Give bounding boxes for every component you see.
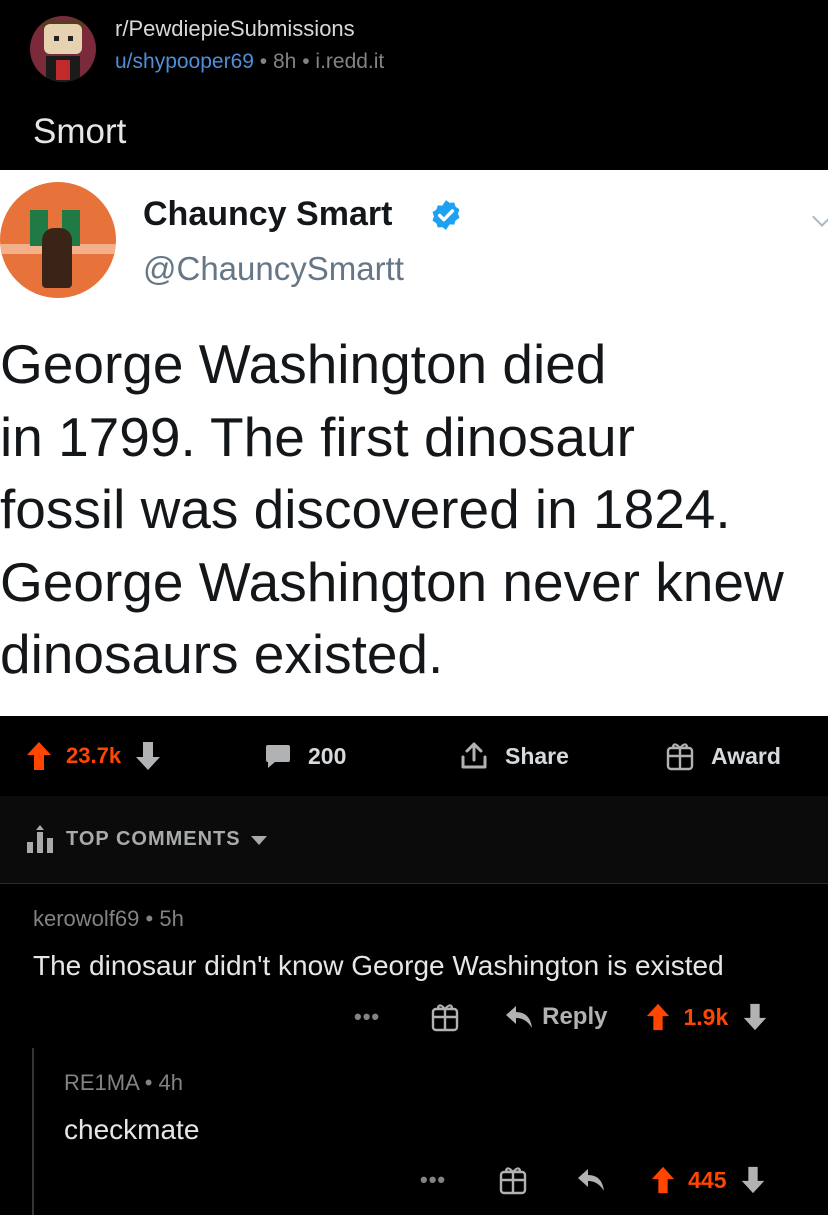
post-domain[interactable]: i.redd.it bbox=[315, 50, 384, 73]
comment-sort-bar: TOP COMMENTS bbox=[0, 796, 828, 884]
share-button[interactable]: Share bbox=[459, 740, 569, 772]
reply-arrow-icon[interactable] bbox=[576, 1167, 606, 1193]
caret-down-icon bbox=[250, 835, 267, 845]
downvote-icon[interactable] bbox=[742, 1003, 768, 1031]
post-score: 23.7k bbox=[66, 743, 122, 768]
tweet-display-name: Chauncy Smart bbox=[143, 195, 393, 233]
comment-author[interactable]: RE1MA bbox=[64, 1070, 139, 1095]
share-icon bbox=[461, 742, 487, 769]
comment-body: The dinosaur didn't know George Washingt… bbox=[33, 950, 724, 981]
sort-bars-icon bbox=[27, 825, 53, 853]
tweet-text: George Washington died in 1799. The firs… bbox=[0, 333, 784, 685]
post-age: 8h bbox=[273, 50, 297, 73]
meta-separator: • bbox=[259, 50, 268, 73]
award-gift-icon[interactable] bbox=[498, 1165, 528, 1195]
comment-body: checkmate bbox=[64, 1114, 200, 1145]
share-label: Share bbox=[505, 742, 569, 769]
award-gift-icon[interactable] bbox=[430, 1002, 460, 1032]
reply-button[interactable]: Reply bbox=[504, 1003, 607, 1031]
post-header: r/PewdiepieSubmissions u/shypooper69 • 8… bbox=[0, 0, 828, 170]
post-action-bar: 23.7k 200 Share Award bbox=[0, 716, 828, 796]
comment-actions: ••• Reply 1.9k bbox=[354, 1000, 768, 1034]
post-author-link[interactable]: u/shypooper69 bbox=[115, 50, 254, 73]
meta-separator: • bbox=[302, 50, 310, 73]
comment-sort-dropdown[interactable]: TOP COMMENTS bbox=[26, 824, 267, 854]
more-dots-icon[interactable]: ••• bbox=[420, 1167, 446, 1193]
tweet-avatar bbox=[0, 182, 116, 298]
comment: kerowolf69 • 5h The dinosaur didn't know… bbox=[0, 884, 828, 1048]
chevron-down-icon bbox=[812, 207, 828, 227]
meta-separator: • bbox=[145, 906, 154, 931]
verified-badge-icon bbox=[432, 200, 460, 230]
comment-actions: ••• 445 bbox=[420, 1163, 766, 1197]
comment-reply: RE1MA • 4h checkmate ••• 445 bbox=[0, 1048, 828, 1215]
downvote-icon[interactable] bbox=[135, 741, 161, 771]
more-dots-icon[interactable]: ••• bbox=[354, 1004, 380, 1030]
upvote-icon[interactable] bbox=[650, 1166, 676, 1194]
subreddit-avatar[interactable] bbox=[30, 16, 96, 82]
subreddit-name[interactable]: r/PewdiepieSubmissions bbox=[115, 16, 355, 42]
comment-author[interactable]: kerowolf69 bbox=[33, 906, 139, 931]
post-meta: u/shypooper69 • 8h • i.redd.it bbox=[115, 50, 384, 74]
comment-count: 200 bbox=[308, 742, 347, 769]
award-button[interactable]: Award bbox=[665, 740, 781, 772]
vote-group: 23.7k bbox=[26, 740, 161, 772]
comment-age: 4h bbox=[158, 1070, 184, 1095]
comment-score: 1.9k bbox=[683, 1003, 729, 1030]
post-image-tweet[interactable]: Chauncy Smart @ChauncySmartt George Wash… bbox=[0, 170, 828, 716]
award-label: Award bbox=[711, 742, 781, 769]
downvote-icon[interactable] bbox=[740, 1166, 766, 1194]
comment-age: 5h bbox=[159, 906, 184, 931]
award-gift-icon bbox=[666, 743, 694, 771]
comment-bubble-icon bbox=[266, 745, 290, 768]
upvote-icon[interactable] bbox=[26, 741, 52, 771]
comment-meta: RE1MA • 4h bbox=[64, 1070, 183, 1096]
upvote-icon[interactable] bbox=[645, 1003, 671, 1031]
post-title[interactable]: Smort bbox=[33, 112, 126, 152]
tweet-handle: @ChauncySmartt bbox=[143, 250, 404, 287]
comment-score: 445 bbox=[688, 1166, 727, 1193]
meta-separator: • bbox=[144, 1070, 153, 1095]
comments-button[interactable]: 200 bbox=[264, 740, 346, 772]
reply-label: Reply bbox=[542, 1003, 608, 1030]
sort-label: TOP COMMENTS bbox=[66, 827, 241, 850]
comment-meta: kerowolf69 • 5h bbox=[33, 906, 184, 932]
reply-arrow-icon bbox=[506, 1006, 533, 1028]
